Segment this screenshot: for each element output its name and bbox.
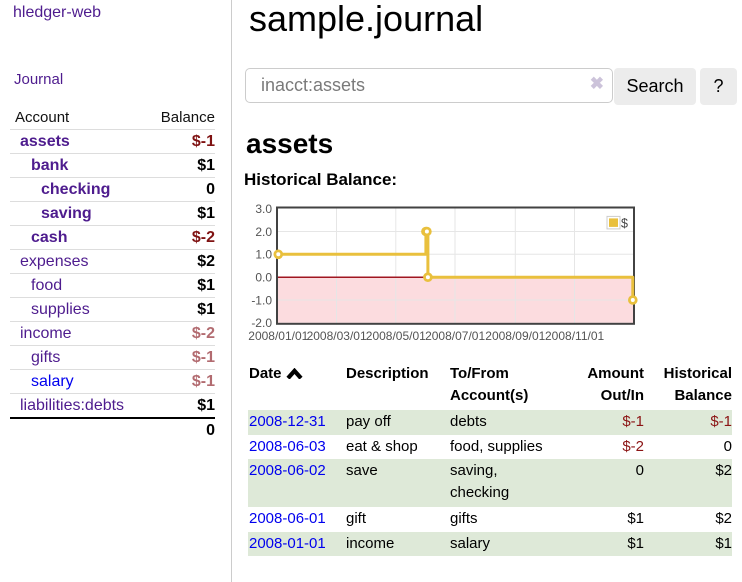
svg-text:-2.0: -2.0	[251, 316, 272, 330]
svg-text:2008/05/01: 2008/05/01	[366, 329, 426, 343]
svg-text:3.0: 3.0	[255, 202, 272, 216]
svg-text:2008/03/01: 2008/03/01	[307, 329, 367, 343]
svg-text:2008/11/01: 2008/11/01	[545, 329, 604, 343]
svg-text:$: $	[621, 217, 628, 231]
svg-text:2008/09/01: 2008/09/01	[485, 329, 545, 343]
svg-text:1.0: 1.0	[255, 248, 272, 262]
svg-text:2.0: 2.0	[255, 225, 272, 239]
svg-text:2008/01/01: 2008/01/01	[248, 329, 308, 343]
svg-text:2008/07/01: 2008/07/01	[425, 329, 485, 343]
svg-text:-1.0: -1.0	[251, 293, 272, 307]
svg-text:0.0: 0.0	[255, 271, 272, 285]
